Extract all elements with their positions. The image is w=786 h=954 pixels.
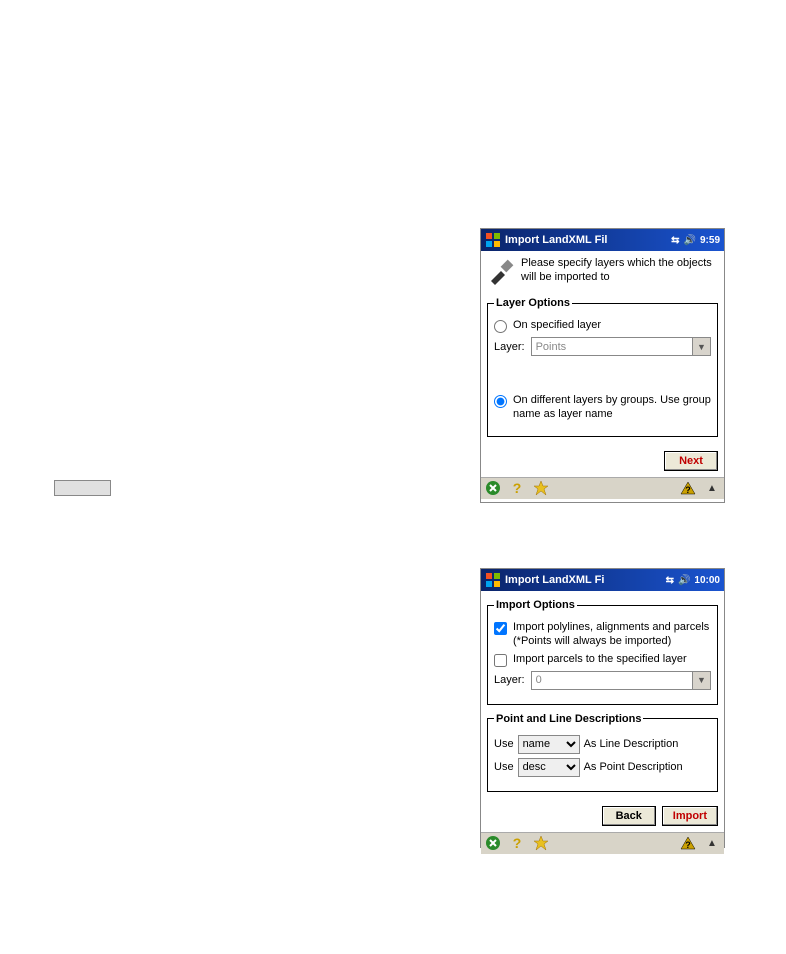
content-area: Import Options Import polylines, alignme…	[481, 591, 724, 804]
help-icon[interactable]: ?	[509, 835, 525, 851]
layer-options-group: Layer Options On specified layer Layer: …	[487, 297, 718, 437]
up-arrow-icon[interactable]: ▲	[704, 835, 720, 851]
connectivity-icon: ⇆	[671, 235, 679, 246]
radio-on-specified-layer[interactable]: On specified layer	[494, 319, 711, 333]
svg-text:?: ?	[513, 480, 522, 496]
button-bar: Next	[481, 449, 724, 477]
help-icon[interactable]: ?	[509, 480, 525, 496]
statusbar: ? ? ▲	[481, 832, 724, 854]
point-desc-suffix: As Point Description	[584, 761, 683, 773]
star-icon[interactable]	[533, 480, 549, 496]
layer-field-row: Layer: ▼	[494, 671, 711, 690]
point-desc-select[interactable]: desc	[518, 758, 580, 777]
radio-on-specified-layer-label: On specified layer	[513, 319, 601, 333]
clock-text: 9:59	[700, 235, 720, 246]
import-landxml-window-1: Import LandXML Fil ⇆ 🔊 9:59 Please speci…	[480, 228, 725, 503]
chevron-down-icon[interactable]: ▼	[693, 671, 711, 690]
connectivity-icon: ⇆	[666, 575, 674, 586]
import-button[interactable]: Import	[662, 806, 718, 826]
radio-on-specified-layer-input[interactable]	[494, 320, 507, 333]
instruction-banner: Please specify layers which the objects …	[487, 255, 718, 293]
layer-options-legend: Layer Options	[494, 297, 572, 309]
titlebar-status-icons: ⇆ 🔊 9:59	[671, 235, 720, 246]
svg-text:?: ?	[513, 835, 522, 851]
layer-combo-input[interactable]	[531, 337, 693, 356]
line-desc-combo[interactable]: name	[518, 735, 580, 754]
line-desc-suffix: As Line Description	[584, 738, 679, 750]
import-options-legend: Import Options	[494, 599, 577, 611]
point-desc-combo[interactable]: desc	[518, 758, 580, 777]
windows-logo-icon	[485, 572, 501, 588]
line-description-row: Use name As Line Description	[494, 735, 711, 754]
up-arrow-icon[interactable]: ▲	[704, 480, 720, 496]
instruction-text: Please specify layers which the objects …	[521, 257, 718, 285]
star-icon[interactable]	[533, 835, 549, 851]
close-icon[interactable]	[485, 480, 501, 496]
next-button[interactable]: Next	[664, 451, 718, 471]
gray-rectangle	[54, 480, 111, 496]
use-label: Use	[494, 761, 514, 773]
descriptions-group: Point and Line Descriptions Use name As …	[487, 713, 718, 792]
svg-text:?: ?	[685, 485, 691, 495]
descriptions-legend: Point and Line Descriptions	[494, 713, 643, 725]
close-icon[interactable]	[485, 835, 501, 851]
use-label: Use	[494, 738, 514, 750]
check-import-polylines[interactable]: Import polylines, alignments and parcels…	[494, 621, 711, 649]
import-options-group: Import Options Import polylines, alignme…	[487, 599, 718, 705]
windows-logo-icon	[485, 232, 501, 248]
radio-different-layers-label: On different layers by groups. Use group…	[513, 394, 711, 422]
window-title: Import LandXML Fi	[505, 574, 666, 586]
radio-different-layers-input[interactable]	[494, 395, 507, 408]
check-import-parcels[interactable]: Import parcels to the specified layer	[494, 653, 711, 667]
window-title: Import LandXML Fil	[505, 234, 671, 246]
layer-combo-input[interactable]	[531, 671, 693, 690]
titlebar: Import LandXML Fil ⇆ 🔊 9:59	[481, 229, 724, 251]
chevron-down-icon[interactable]: ▼	[693, 337, 711, 356]
layer-label: Layer:	[494, 674, 525, 686]
layer-combo[interactable]: ▼	[531, 337, 711, 356]
layer-combo[interactable]: ▼	[531, 671, 711, 690]
layer-label: Layer:	[494, 341, 525, 353]
radio-different-layers[interactable]: On different layers by groups. Use group…	[494, 394, 711, 422]
import-landxml-window-2: Import LandXML Fi ⇆ 🔊 10:00 Import Optio…	[480, 568, 725, 848]
clock-text: 10:00	[694, 575, 720, 586]
back-button[interactable]: Back	[602, 806, 656, 826]
speaker-icon: 🔊	[684, 235, 696, 246]
warning-icon[interactable]: ?	[680, 835, 696, 851]
check-import-parcels-input[interactable]	[494, 654, 507, 667]
speaker-icon: 🔊	[678, 575, 690, 586]
titlebar: Import LandXML Fi ⇆ 🔊 10:00	[481, 569, 724, 591]
check-import-polylines-label: Import polylines, alignments and parcels…	[513, 621, 709, 649]
svg-text:?: ?	[685, 840, 691, 850]
content-area: Please specify layers which the objects …	[481, 251, 724, 449]
statusbar: ? ? ▲	[481, 477, 724, 499]
layer-field-row: Layer: ▼	[494, 337, 711, 356]
line-desc-select[interactable]: name	[518, 735, 580, 754]
titlebar-status-icons: ⇆ 🔊 10:00	[666, 575, 720, 586]
warning-icon[interactable]: ?	[680, 480, 696, 496]
check-import-parcels-label: Import parcels to the specified layer	[513, 653, 687, 667]
point-description-row: Use desc As Point Description	[494, 758, 711, 777]
brush-icon	[487, 257, 515, 285]
button-bar: Back Import	[481, 804, 724, 832]
check-import-polylines-input[interactable]	[494, 622, 507, 635]
